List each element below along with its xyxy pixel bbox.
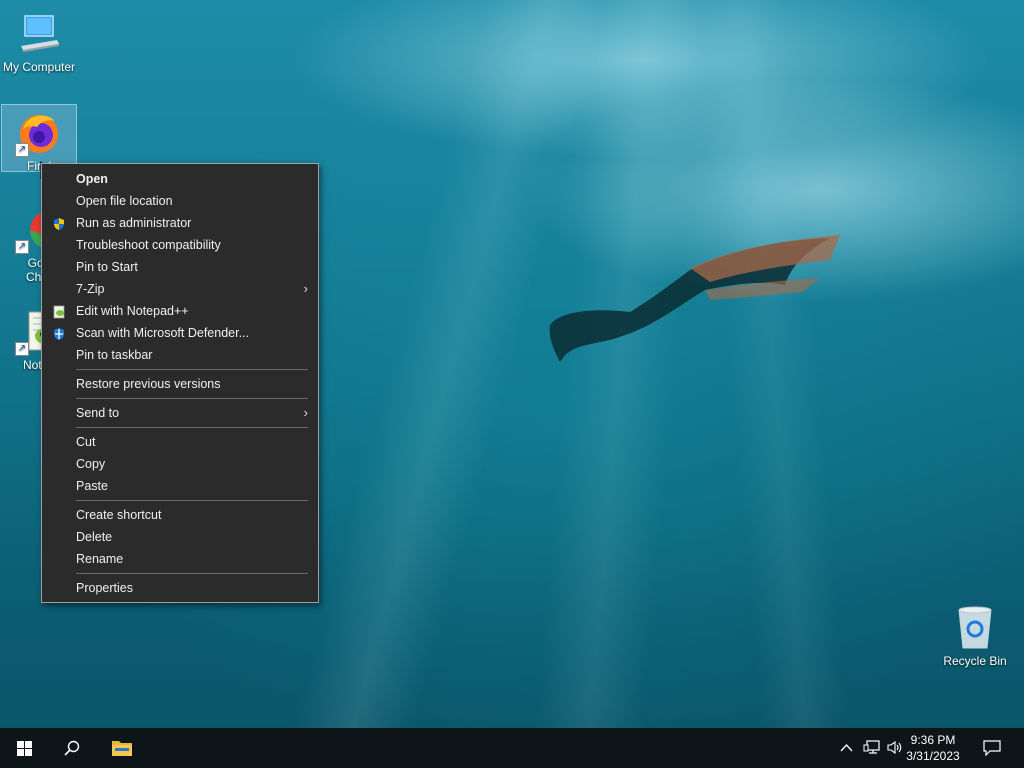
menu-separator — [76, 398, 308, 399]
defender-shield-icon — [52, 326, 66, 340]
menu-item-create-shortcut[interactable]: Create shortcut — [42, 504, 318, 526]
show-hidden-icons-button[interactable] — [838, 728, 856, 768]
desktop-icon-firefox[interactable]: ↗ Firef — [1, 104, 77, 173]
search-icon — [64, 740, 80, 756]
menu-item-open[interactable]: Open — [42, 168, 318, 190]
search-button[interactable] — [48, 728, 96, 768]
uac-shield-icon — [52, 216, 66, 230]
menu-item-cut[interactable]: Cut — [42, 431, 318, 453]
shortcut-arrow-icon: ↗ — [15, 240, 29, 254]
recycle-bin-icon — [951, 604, 999, 652]
network-icon — [863, 740, 880, 754]
menu-separator — [76, 500, 308, 501]
taskbar-clock[interactable]: 9:36 PM 3/31/2023 — [898, 732, 968, 764]
menu-item-delete[interactable]: Delete — [42, 526, 318, 548]
menu-item-run-as-administrator[interactable]: Run as administrator — [42, 212, 318, 234]
taskbar: 9:36 PM 3/31/2023 — [0, 728, 1024, 768]
context-menu: Open Open file location Run as administr… — [41, 163, 319, 603]
menu-item-7zip[interactable]: 7-Zip › — [42, 278, 318, 300]
chevron-up-icon — [840, 744, 853, 752]
menu-item-properties[interactable]: Properties — [42, 577, 318, 599]
notepadpp-icon — [52, 304, 66, 319]
desktop-icon-recycle-bin[interactable]: Recycle Bin — [937, 600, 1013, 668]
start-button[interactable] — [0, 728, 48, 768]
menu-item-send-to[interactable]: Send to › — [42, 402, 318, 424]
menu-item-open-file-location[interactable]: Open file location — [42, 190, 318, 212]
menu-item-restore-previous-versions[interactable]: Restore previous versions — [42, 373, 318, 395]
menu-item-edit-with-notepadpp[interactable]: Edit with Notepad++ — [42, 300, 318, 322]
desktop-icon-label: Recycle Bin — [943, 654, 1007, 668]
shortcut-arrow-icon: ↗ — [15, 143, 29, 157]
action-center-button[interactable] — [976, 728, 1010, 768]
menu-item-pin-to-taskbar[interactable]: Pin to taskbar — [42, 344, 318, 366]
chevron-right-icon: › — [303, 405, 308, 420]
menu-item-troubleshoot-compatibility[interactable]: Troubleshoot compatibility — [42, 234, 318, 256]
menu-item-paste[interactable]: Paste — [42, 475, 318, 497]
menu-item-scan-with-defender[interactable]: Scan with Microsoft Defender... — [42, 322, 318, 344]
file-explorer-button[interactable] — [98, 728, 146, 768]
menu-item-rename[interactable]: Rename — [42, 548, 318, 570]
firefox-icon: ↗ — [15, 109, 63, 157]
wallpaper-diver — [549, 235, 840, 362]
menu-separator — [76, 427, 308, 428]
menu-item-copy[interactable]: Copy — [42, 453, 318, 475]
shortcut-arrow-icon: ↗ — [15, 342, 29, 356]
computer-icon — [15, 10, 63, 58]
desktop-icon-label: My Computer — [2, 60, 76, 74]
network-status-button[interactable] — [860, 728, 882, 768]
desktop-icon-my-computer[interactable]: My Computer — [1, 6, 77, 74]
menu-separator — [76, 369, 308, 370]
menu-separator — [76, 573, 308, 574]
chevron-right-icon: › — [303, 281, 308, 296]
windows-logo-icon — [17, 741, 32, 756]
notifications-icon — [983, 740, 1001, 756]
folder-icon — [112, 741, 132, 756]
clock-time: 9:36 PM — [910, 733, 956, 747]
clock-date: 3/31/2023 — [906, 749, 960, 763]
menu-item-pin-to-start[interactable]: Pin to Start — [42, 256, 318, 278]
